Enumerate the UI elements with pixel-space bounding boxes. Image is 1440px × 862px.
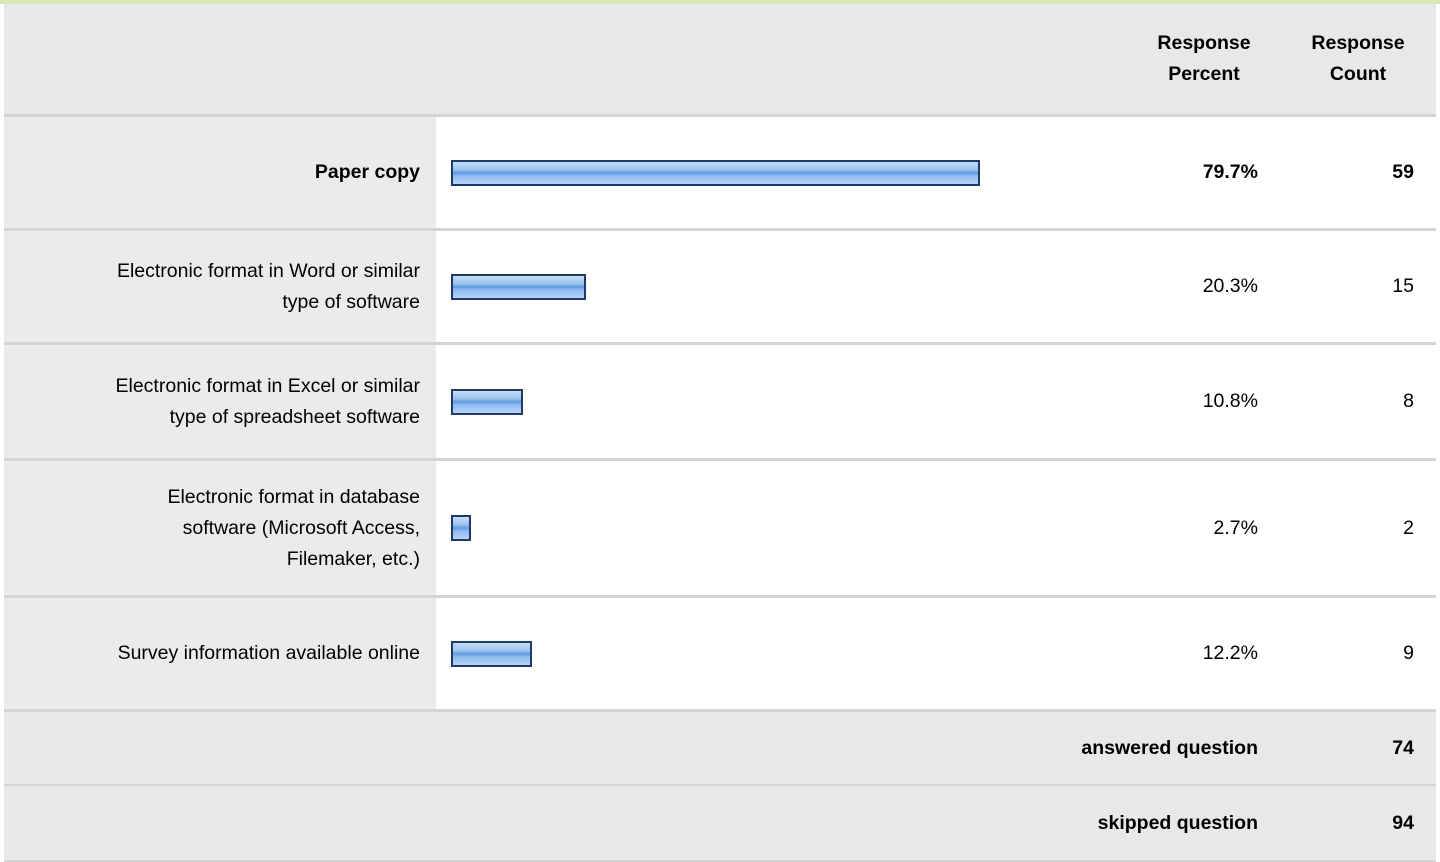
response-percent: 79.7% xyxy=(1128,115,1280,231)
answer-label: Electronic format in database software (M… xyxy=(4,459,436,598)
response-bar xyxy=(451,388,523,415)
skipped-value: 94 xyxy=(1280,785,1436,862)
response-bar xyxy=(451,159,980,186)
response-percent-header: Response Percent xyxy=(1128,4,1280,117)
response-bar xyxy=(451,515,471,541)
answer-label-line: Electronic format in Word or similar xyxy=(116,259,420,282)
table-row: Electronic format in Excel or similar typ… xyxy=(4,343,1436,461)
answer-label-line: type of spreadsheet software xyxy=(169,405,420,428)
answer-label-line: Paper copy xyxy=(314,161,420,183)
response-count-header-line1: Response xyxy=(1311,32,1405,54)
response-count-header: Response Count xyxy=(1280,4,1436,117)
response-bar xyxy=(451,640,532,667)
answer-label: Paper copy xyxy=(4,115,436,231)
bar-cell xyxy=(436,459,1128,598)
response-percent: 10.8% xyxy=(1128,343,1280,461)
answered-label: answered question xyxy=(4,710,1280,786)
table-row: Survey information available online 12.2%… xyxy=(4,596,1436,712)
response-count: 8 xyxy=(1280,343,1436,461)
table-row: Electronic format in database software (M… xyxy=(4,459,1436,598)
answer-label-line: type of software xyxy=(282,290,420,313)
response-percent-header-line1: Response xyxy=(1157,32,1251,54)
response-percent-header-line2: Percent xyxy=(1168,63,1240,85)
bar-cell xyxy=(436,343,1128,461)
answer-label: Electronic format in Word or similar type… xyxy=(4,229,436,345)
survey-results-page: Response Percent Response Count Paper co… xyxy=(0,0,1440,862)
bar-cell xyxy=(436,596,1128,712)
header-blank-label xyxy=(4,4,436,117)
bar-cell xyxy=(436,229,1128,345)
bar-cell xyxy=(436,115,1128,231)
answered-value: 74 xyxy=(1280,710,1436,786)
response-bar xyxy=(451,273,586,300)
table-header-row: Response Percent Response Count xyxy=(4,4,1436,117)
response-percent: 20.3% xyxy=(1128,229,1280,345)
answer-label-line: Electronic format in database xyxy=(167,485,420,508)
header-blank-bar xyxy=(436,4,1128,117)
answer-label-line: Electronic format in Excel or similar xyxy=(115,374,421,397)
answer-label-line: software (Microsoft Access, xyxy=(182,516,420,539)
skipped-row: skipped question 94 xyxy=(4,785,1436,862)
response-count: 15 xyxy=(1280,229,1436,345)
response-count: 2 xyxy=(1280,459,1436,598)
response-percent: 12.2% xyxy=(1128,596,1280,712)
table-row: Electronic format in Word or similar type… xyxy=(4,229,1436,345)
response-count-header-line2: Count xyxy=(1329,63,1387,85)
response-percent: 2.7% xyxy=(1128,459,1280,598)
answer-label-line: Filemaker, etc.) xyxy=(286,547,420,570)
response-table: Response Percent Response Count Paper co… xyxy=(4,4,1436,862)
response-count: 9 xyxy=(1280,596,1436,712)
answer-label-line: Survey information available online xyxy=(117,642,420,664)
table-row: Paper copy 79.7% 59 xyxy=(4,115,1436,231)
answer-label: Survey information available online xyxy=(4,596,436,712)
response-count: 59 xyxy=(1280,115,1436,231)
skipped-label: skipped question xyxy=(4,785,1280,862)
answer-label: Electronic format in Excel or similar typ… xyxy=(4,343,436,461)
answered-row: answered question 74 xyxy=(4,710,1436,786)
